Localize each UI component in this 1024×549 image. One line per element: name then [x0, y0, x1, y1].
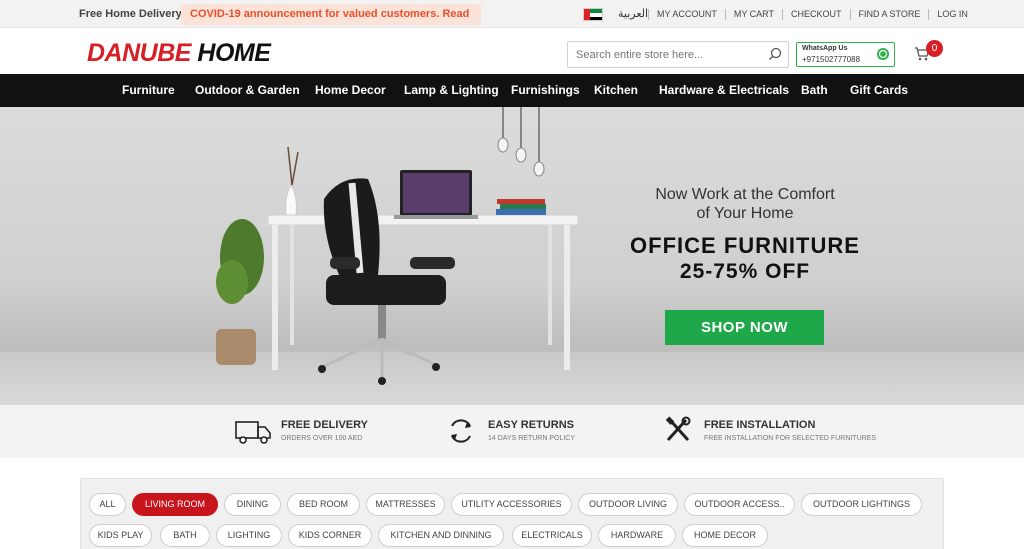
hero-tagline-line2: of Your Home: [696, 205, 794, 222]
search-input[interactable]: [568, 42, 758, 67]
whatsapp-icon: [877, 48, 889, 60]
shop-now-button[interactable]: SHOP NOW: [665, 310, 824, 345]
account-links: MY ACCOUNT MY CART CHECKOUT FIND A STORE…: [648, 9, 976, 20]
feature-title: FREE DELIVERY: [281, 419, 368, 431]
filter-chip-bath[interactable]: BATH: [160, 524, 210, 547]
hero-text-block: Now Work at the Comfort of Your Home OFF…: [600, 185, 890, 285]
find-a-store-link[interactable]: FIND A STORE: [849, 9, 929, 20]
feature-title: FREE INSTALLATION: [704, 419, 816, 431]
my-cart-link[interactable]: MY CART: [724, 9, 782, 20]
search-icon[interactable]: [768, 47, 782, 61]
whatsapp-number: +971502777088: [802, 55, 861, 64]
nav-item-home-decor[interactable]: Home Decor: [315, 83, 386, 97]
filter-chip-kids-corner[interactable]: KIDS CORNER: [288, 524, 372, 547]
nav-item-outdoor-garden[interactable]: Outdoor & Garden: [195, 83, 300, 97]
logo-text-home: HOME: [197, 39, 271, 67]
hero-banner[interactable]: Now Work at the Comfort of Your Home OFF…: [0, 107, 1024, 405]
nav-item-gift-cards[interactable]: Gift Cards: [850, 83, 908, 97]
hero-headline: OFFICE FURNITURE: [630, 233, 860, 258]
returns-icon: [451, 419, 471, 443]
nav-item-furnishings[interactable]: Furnishings: [511, 83, 580, 97]
site-header: DANUBE HOME WhatsApp Us +971502777088 0: [0, 28, 1024, 74]
cart-count-badge: 0: [926, 40, 943, 57]
filter-chip-lighting[interactable]: LIGHTING: [216, 524, 282, 547]
whatsapp-label: WhatsApp Us: [802, 45, 848, 52]
feature-subtitle: ORDERS OVER 100 AED: [281, 435, 363, 442]
hero-discount: 25-75% OFF: [679, 260, 811, 283]
filter-chip-outdoor-living[interactable]: OUTDOOR LIVING: [578, 493, 678, 516]
covid-announcement-link[interactable]: COVID-19 announcement for valued custome…: [181, 4, 481, 41]
log-in-link[interactable]: LOG IN: [928, 9, 976, 20]
top-utility-bar: Free Home Delivery COVID-19 announcement…: [0, 0, 1024, 41]
filter-chip-bed-room[interactable]: BED ROOM: [287, 493, 360, 516]
filter-chip-kids-play[interactable]: KIDS PLAY: [89, 524, 152, 547]
filter-chip-hardware[interactable]: HARDWARE: [598, 524, 676, 547]
category-filter-panel: ALL LIVING ROOM DINING BED ROOM MATTRESS…: [80, 478, 944, 549]
hero-tagline-line1: Now Work at the Comfort: [655, 186, 835, 203]
my-account-link[interactable]: MY ACCOUNT: [648, 9, 725, 20]
filter-chip-dining[interactable]: DINING: [224, 493, 281, 516]
filter-chip-outdoor-lightings[interactable]: OUTDOOR LIGHTINGS: [801, 493, 922, 516]
nav-item-kitchen[interactable]: Kitchen: [594, 83, 638, 97]
filter-chip-utility-accessories[interactable]: UTILITY ACCESSORIES: [451, 493, 572, 516]
filter-chip-kitchen-and-dinning[interactable]: KITCHEN AND DINNING: [378, 524, 504, 547]
filter-chip-all[interactable]: ALL: [89, 493, 126, 516]
truck-icon: [235, 421, 271, 444]
nav-item-bath[interactable]: Bath: [801, 83, 828, 97]
search-box: [567, 41, 789, 68]
checkout-link[interactable]: CHECKOUT: [782, 9, 850, 20]
main-navigation: Furniture Outdoor & Garden Home Decor La…: [0, 74, 1024, 107]
feature-title: EASY RETURNS: [488, 419, 574, 431]
logo-text-danube: DANUBE: [87, 39, 191, 67]
feature-subtitle: 14 DAYS RETURN POLICY: [488, 435, 576, 442]
filter-chip-outdoor-accessories[interactable]: OUTDOOR ACCESS..: [684, 493, 795, 516]
features-strip: FREE DELIVERY ORDERS OVER 100 AED EASY R…: [0, 405, 1024, 458]
filter-chip-living-room[interactable]: LIVING ROOM: [132, 493, 218, 516]
nav-item-furniture[interactable]: Furniture: [122, 83, 175, 97]
danube-home-logo[interactable]: DANUBE HOME: [87, 39, 271, 68]
nav-item-hardware-electricals[interactable]: Hardware & Electricals: [659, 83, 789, 97]
whatsapp-button[interactable]: WhatsApp Us +971502777088: [796, 42, 895, 67]
feature-subtitle: FREE INSTALLATION FOR SELECTED FURNITURE…: [704, 435, 877, 442]
filter-chip-home-decor[interactable]: HOME DECOR: [682, 524, 768, 547]
nav-item-lamp-lighting[interactable]: Lamp & Lighting: [404, 83, 499, 97]
filter-chip-mattresses[interactable]: MATTRESSES: [366, 493, 445, 516]
uae-flag-icon: [583, 8, 603, 21]
language-switch-link[interactable]: العربية: [618, 7, 648, 20]
tools-icon: [665, 416, 691, 442]
filter-chip-electricals[interactable]: ELECTRICALS: [512, 524, 592, 547]
free-delivery-text: Free Home Delivery: [79, 8, 182, 20]
